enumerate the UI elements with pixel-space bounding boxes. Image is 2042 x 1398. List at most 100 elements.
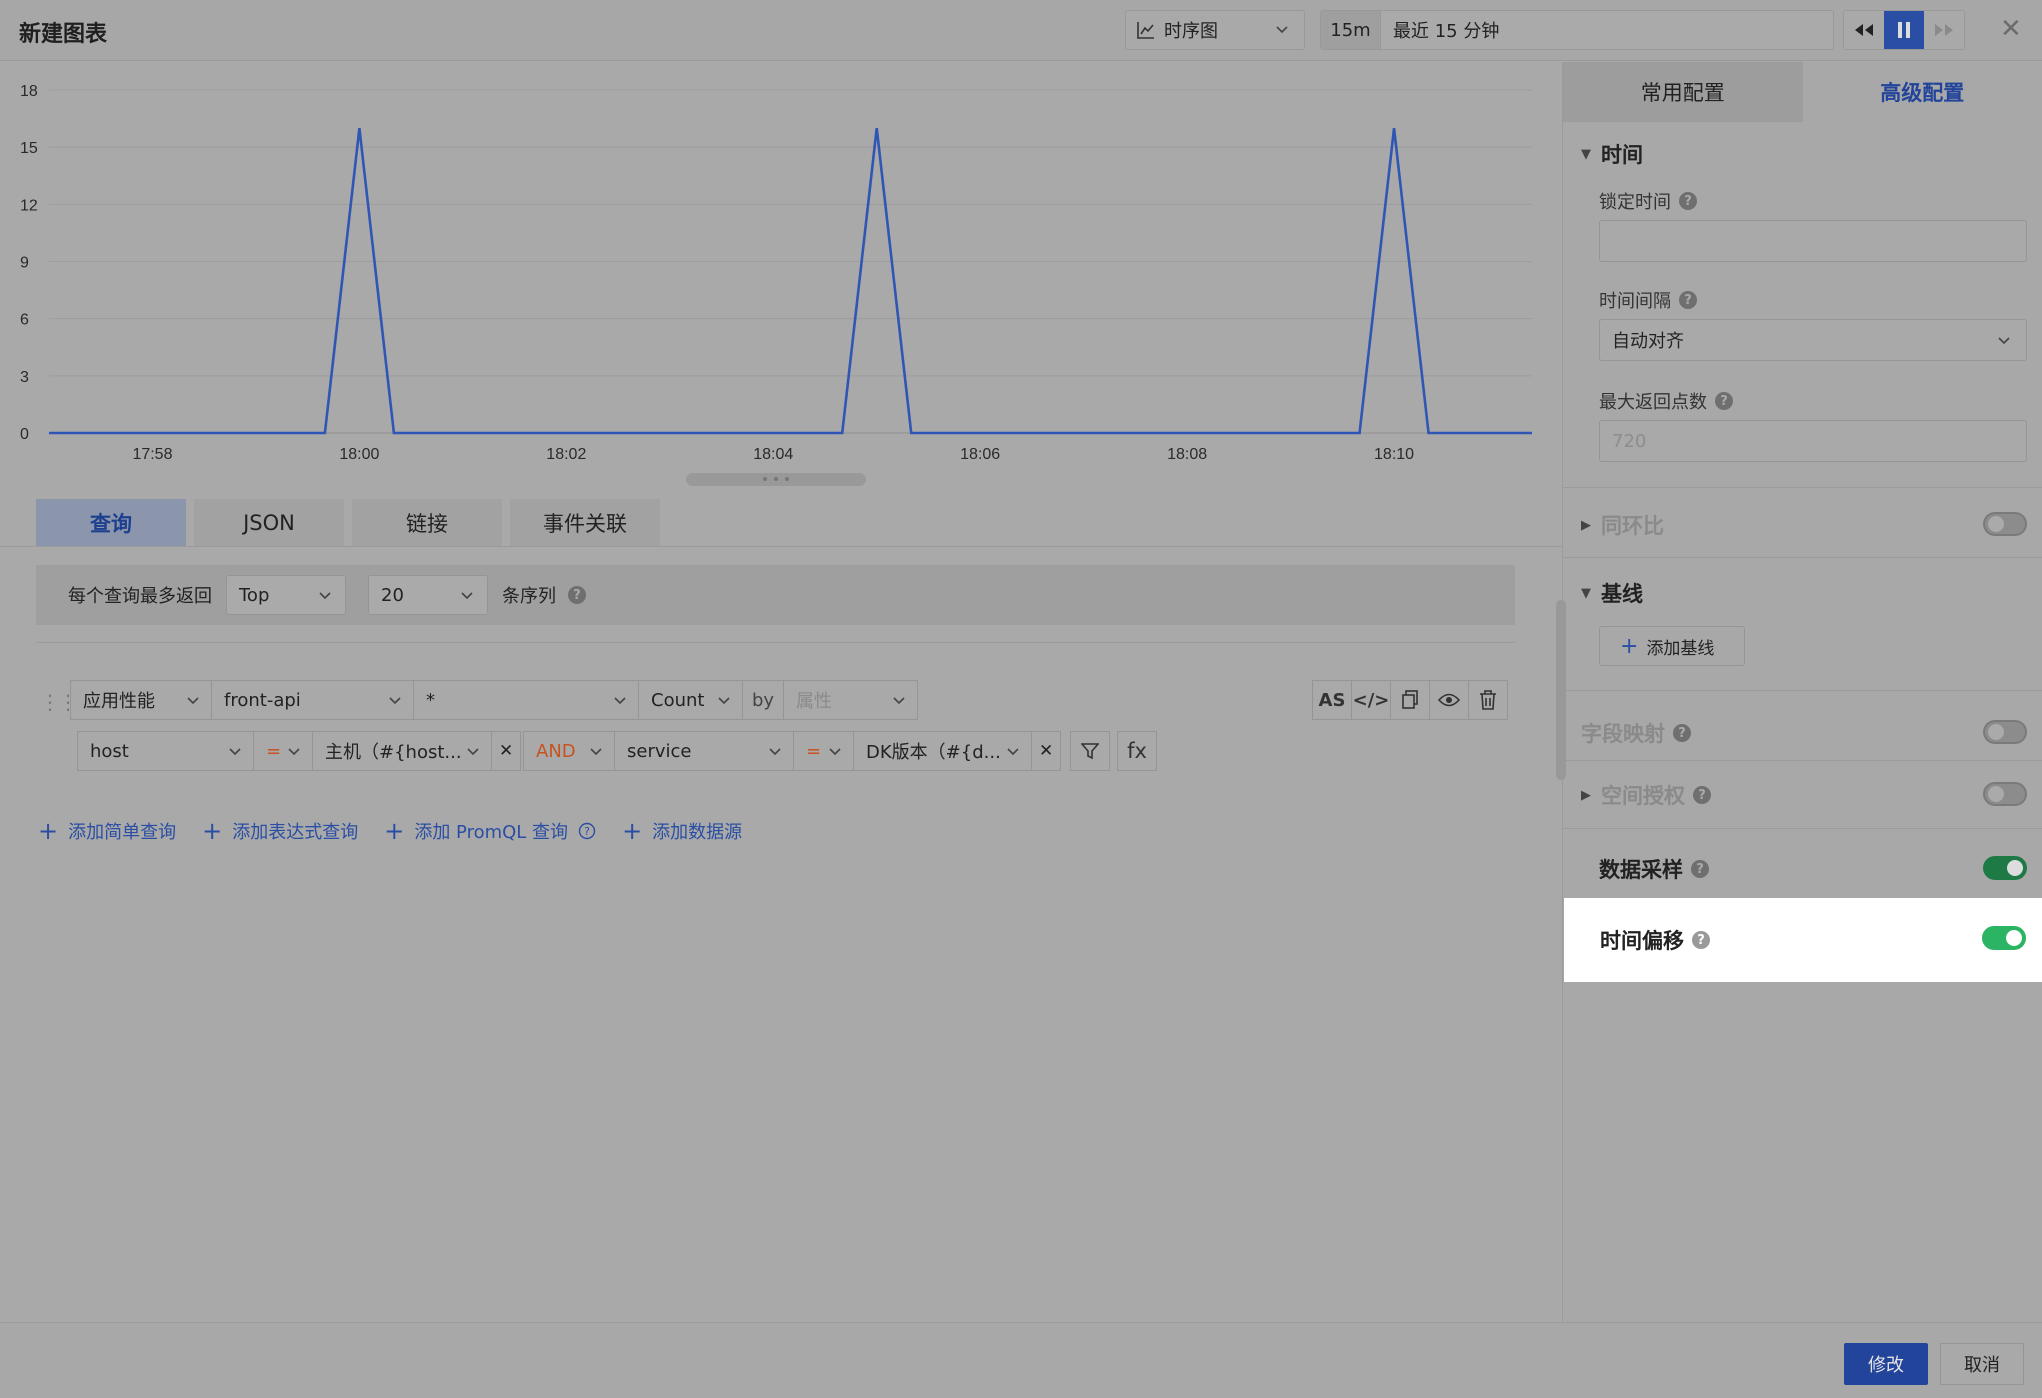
chevron-down-icon	[590, 748, 602, 756]
filter1-value-select[interactable]: 主机（#{host...	[312, 731, 492, 771]
cancel-button[interactable]: 取消	[1940, 1343, 2024, 1385]
source-select[interactable]: 应用性能	[70, 680, 212, 720]
close-icon[interactable]: ✕	[2000, 14, 2022, 44]
aggregation-value: Count	[651, 689, 705, 711]
help-icon[interactable]: ?	[1715, 392, 1733, 410]
time-offset-toggle[interactable]	[1982, 926, 2026, 950]
help-icon[interactable]: ?	[1679, 192, 1697, 210]
add-simple-query-label: 添加简单查询	[68, 822, 177, 843]
lock-time-input[interactable]	[1599, 220, 2027, 262]
chevron-down-icon	[1276, 26, 1288, 34]
section-time[interactable]: ▼ 时间	[1581, 139, 1643, 169]
filter1-remove-icon[interactable]: ✕	[491, 731, 521, 771]
filter-icon[interactable]	[1070, 731, 1110, 771]
section-compare[interactable]: ▶ 同环比	[1581, 510, 1664, 540]
x-tick-label: 18:00	[339, 446, 379, 463]
lock-time-label: 锁定时间?	[1599, 188, 1697, 214]
aggregation-select[interactable]: Count	[638, 680, 743, 720]
topn-suffix: 条序列	[502, 586, 556, 607]
help-icon[interactable]: ?	[1691, 860, 1709, 878]
x-tick-label: 18:02	[546, 446, 586, 463]
topn-mode-value: Top	[239, 584, 270, 606]
section-space-auth[interactable]: ▶ 空间授权?	[1581, 780, 1711, 810]
help-icon[interactable]: ?	[1679, 291, 1697, 309]
divider	[1563, 828, 2042, 829]
field-mapping-toggle[interactable]	[1983, 720, 2027, 744]
space-auth-toggle[interactable]	[1983, 782, 2027, 806]
chart-type-select[interactable]: 时序图	[1125, 10, 1305, 50]
source-value: 应用性能	[83, 691, 155, 712]
add-expression-query-label: 添加表达式查询	[232, 822, 359, 843]
help-icon[interactable]: ?	[1693, 786, 1711, 804]
add-promql-query-link[interactable]: + 添加 PromQL 查询 ?	[384, 818, 596, 844]
max-points-label: 最大返回点数?	[1599, 388, 1733, 414]
add-datasource-link[interactable]: + 添加数据源	[622, 818, 742, 844]
add-baseline-label: 添加基线	[1646, 638, 1715, 659]
max-points-input[interactable]: 720	[1599, 420, 2027, 462]
help-icon[interactable]: ?	[1692, 931, 1710, 949]
chevron-down-icon	[769, 748, 781, 756]
tab-json[interactable]: JSON	[194, 499, 344, 546]
max-points-text: 最大返回点数	[1599, 392, 1707, 413]
group-by-select[interactable]: 属性	[783, 680, 918, 720]
function-button[interactable]: fx	[1117, 731, 1157, 771]
filter1-key-select[interactable]: host	[77, 731, 254, 771]
series-line[interactable]	[49, 127, 1532, 435]
service-select[interactable]: front-api	[211, 680, 414, 720]
filter2-remove-icon[interactable]: ✕	[1031, 731, 1061, 771]
filter2-value-select[interactable]: DK版本（#{d...	[853, 731, 1032, 771]
time-offset-row: 时间偏移?	[1564, 898, 2042, 982]
plus-icon: +	[38, 817, 59, 845]
filter2-key-value: service	[627, 740, 692, 762]
chevron-down-icon	[614, 697, 626, 705]
fast-forward-icon	[1935, 24, 1953, 36]
divider	[1563, 487, 2042, 488]
help-circle-icon[interactable]: ?	[578, 822, 596, 840]
panel-scrollbar[interactable]	[1556, 600, 1566, 780]
field-select[interactable]: *	[413, 680, 639, 720]
confirm-button[interactable]: 修改	[1844, 1343, 1928, 1385]
help-icon[interactable]: ?	[1673, 724, 1691, 742]
tab-common-config[interactable]: 常用配置	[1563, 62, 1803, 122]
tab-event[interactable]: 事件关联	[510, 499, 660, 546]
svg-text:?: ?	[584, 825, 590, 838]
filter2-key-select[interactable]: service	[614, 731, 794, 771]
time-series-chart: 0 3 6 9 12 15 18 17:58 18:00 18:02 18:04 18:06 18:08…	[20, 83, 1532, 463]
x-tick-label: 17:58	[132, 446, 172, 463]
add-baseline-button[interactable]: + 添加基线	[1599, 626, 1745, 666]
sampling-toggle[interactable]	[1983, 856, 2027, 880]
plus-icon: +	[384, 817, 405, 845]
time-range-short: 15m	[1321, 11, 1381, 49]
tab-link[interactable]: 链接	[352, 499, 502, 546]
resize-handle[interactable]	[686, 473, 866, 486]
topn-count-select[interactable]: 20	[368, 575, 488, 615]
tab-advanced-config[interactable]: 高级配置	[1803, 62, 2042, 122]
tab-query[interactable]: 查询	[36, 499, 186, 546]
rewind-icon	[1855, 24, 1873, 36]
chevron-down-icon	[288, 748, 300, 756]
copy-icon[interactable]	[1390, 680, 1430, 720]
field-value: *	[426, 689, 435, 711]
filter2-op-select[interactable]: =	[793, 731, 854, 771]
pause-button[interactable]	[1884, 11, 1924, 49]
eye-icon[interactable]	[1429, 680, 1469, 720]
filter1-op-select[interactable]: =	[253, 731, 313, 771]
logic-select[interactable]: AND	[523, 731, 615, 771]
interval-select[interactable]: 自动对齐	[1599, 319, 2027, 361]
section-baseline[interactable]: ▼ 基线	[1581, 578, 1643, 608]
by-label: by	[742, 680, 784, 720]
y-tick-label: 0	[20, 426, 29, 443]
field-mapping-title: 字段映射	[1581, 722, 1665, 746]
compare-toggle[interactable]	[1983, 512, 2027, 536]
forward-button[interactable]	[1924, 11, 1964, 49]
add-expression-query-link[interactable]: + 添加表达式查询	[202, 818, 358, 844]
section-field-mapping[interactable]: 字段映射?	[1581, 718, 1691, 748]
topn-mode-select[interactable]: Top	[226, 575, 346, 615]
time-range-picker[interactable]: 15m 最近 15 分钟	[1320, 10, 1834, 50]
alias-button[interactable]: AS	[1312, 680, 1352, 720]
add-simple-query-link[interactable]: + 添加简单查询	[38, 818, 176, 844]
help-icon[interactable]: ?	[568, 586, 586, 604]
trash-icon[interactable]	[1468, 680, 1508, 720]
code-icon[interactable]: </>	[1351, 680, 1391, 720]
rewind-button[interactable]	[1844, 11, 1884, 49]
